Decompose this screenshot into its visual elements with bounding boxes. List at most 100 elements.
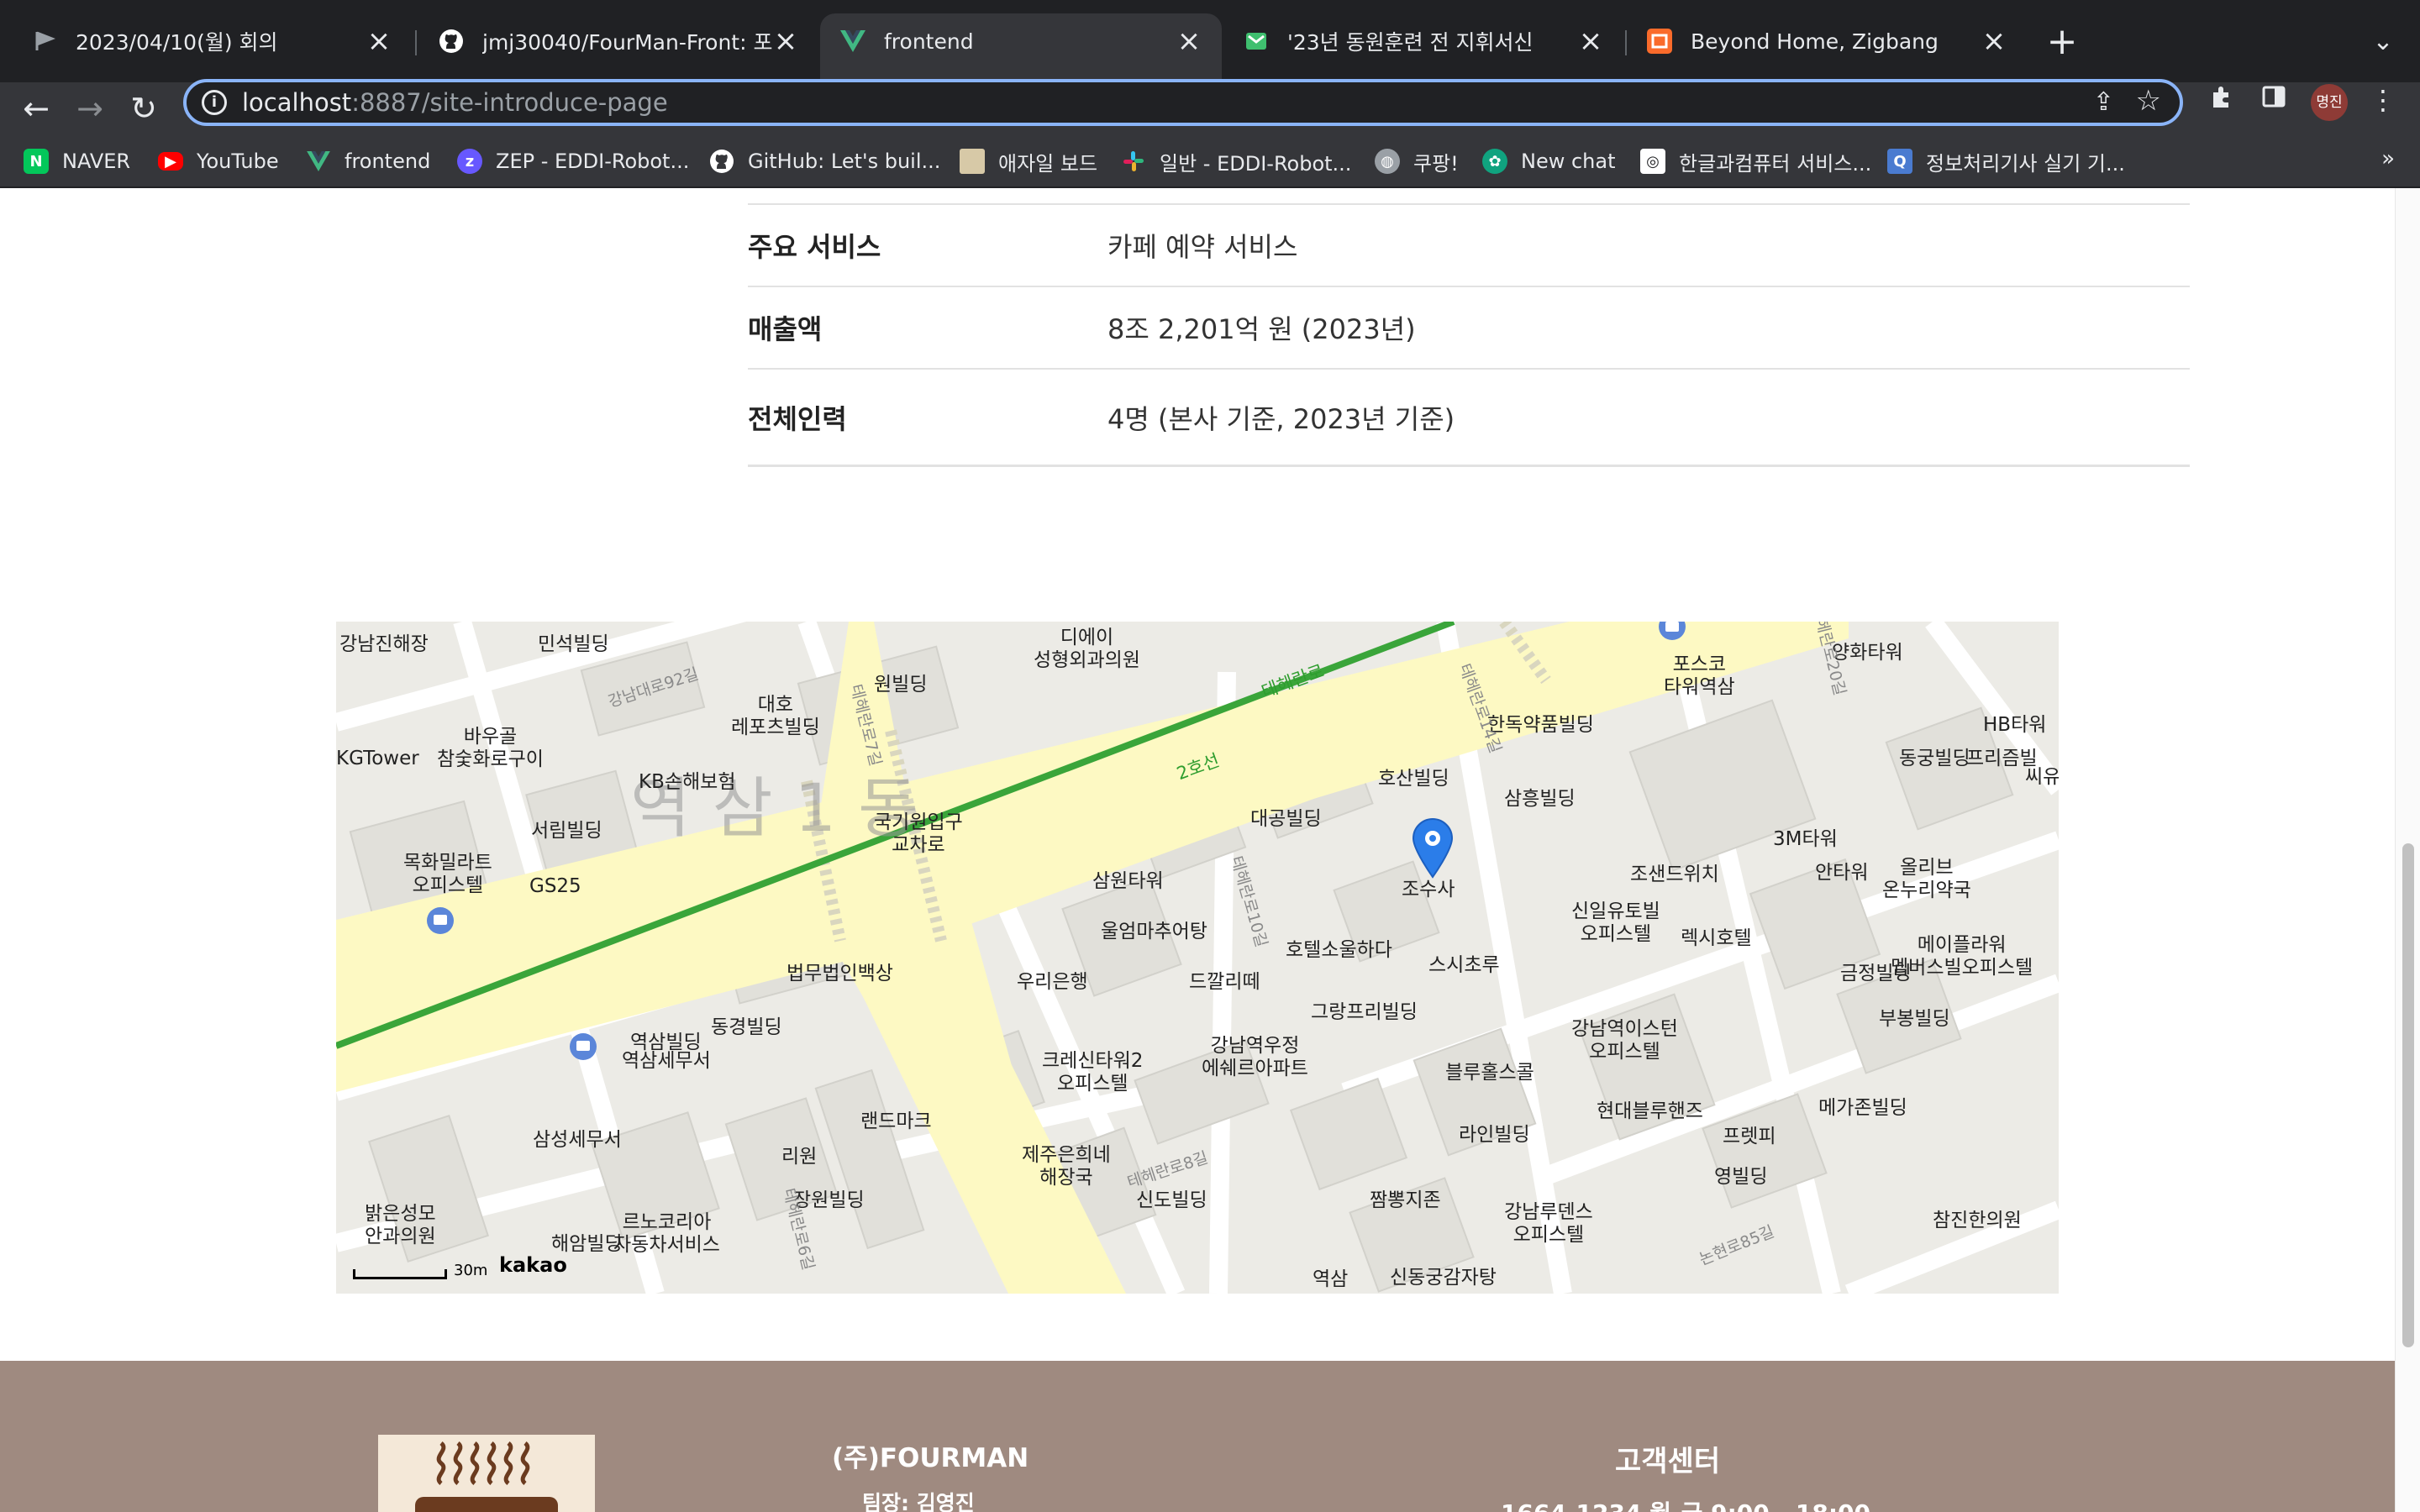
map-place-label[interactable]: 호산빌딩	[1378, 768, 1449, 790]
map-place-label[interactable]: 서림빌딩	[531, 820, 602, 843]
map-place-label[interactable]: 대호 레포츠빌딩	[731, 694, 820, 739]
map-place-label[interactable]: 프렛피	[1723, 1126, 1776, 1148]
map-place-label[interactable]: HB타워	[1983, 714, 2046, 737]
map-place-label[interactable]: GS25	[529, 875, 581, 898]
reload-icon[interactable]: ↻	[123, 87, 165, 129]
map-place-label[interactable]: 랜드마크	[860, 1110, 932, 1133]
bookmark-naver[interactable]: N NAVER	[24, 143, 130, 180]
profile-avatar[interactable]: 명진	[2311, 84, 2348, 121]
map-place-label[interactable]: 렉시호텔	[1681, 927, 1752, 950]
map-place-label[interactable]: KGTower	[336, 748, 419, 770]
map-place-label[interactable]: 금정빌딩	[1840, 963, 1912, 985]
site-info-icon[interactable]: i	[202, 90, 227, 115]
map-place-label[interactable]: 동궁빌딩	[1899, 748, 1970, 770]
map-place-label[interactable]: 짬뽕지존	[1370, 1189, 1441, 1212]
tab-github[interactable]: jmj30040/FourMan-Front: 포맨 ×	[418, 13, 818, 69]
close-icon[interactable]: ×	[1176, 27, 1202, 55]
map-place-label[interactable]: 올리브 온누리약국	[1882, 857, 1971, 902]
map-place-label[interactable]: 제주은희네 해장국	[1022, 1144, 1111, 1189]
map-place-label[interactable]: 바우골 참숯화로구이	[437, 726, 544, 771]
share-icon[interactable]: ⇪	[2093, 87, 2114, 117]
bookmark-zep[interactable]: z ZEP - EDDI-Robot...	[457, 143, 689, 180]
tab-mail[interactable]: '23년 동원훈련 전 지휘서신 ×	[1223, 13, 1623, 69]
map-place-label[interactable]: 블루홀스콜	[1445, 1062, 1534, 1084]
new-tab-button[interactable]: +	[2042, 22, 2082, 62]
map-provider-logo[interactable]: kakao	[499, 1253, 567, 1277]
map-place-label[interactable]: 안타워	[1815, 862, 1868, 885]
map-place-label[interactable]: 디에이 성형외과의원	[1034, 627, 1140, 672]
back-arrow-icon[interactable]: ←	[15, 87, 57, 129]
map-place-label[interactable]: 크레신타워2 오피스텔	[1042, 1050, 1143, 1095]
map-place-label[interactable]: 우리은행	[1017, 971, 1088, 994]
tab-search-chevron-icon[interactable]: ⌄	[2363, 22, 2403, 62]
map-place-label[interactable]: 강남진해장	[339, 633, 429, 656]
map-place-label[interactable]: 르노코리아 자동차서비스	[613, 1211, 720, 1257]
map-place-label[interactable]: 동경빌딩	[711, 1016, 782, 1039]
map-place-label[interactable]: 대공빌딩	[1250, 808, 1322, 831]
map-place-label[interactable]: 밝은성모 안과의원	[365, 1203, 436, 1248]
map-place-label[interactable]: 그랑프리빌딩	[1311, 1001, 1418, 1024]
page-scrollbar[interactable]	[2395, 188, 2420, 1512]
kakao-map[interactable]: 역삼1동 강남진해장 민석빌딩 디에이 성형외과의원 양화타워 포스코 타워역삼 한독약품빌딩…	[336, 622, 2059, 1294]
extensions-puzzle-icon[interactable]	[2203, 84, 2240, 118]
map-place-label[interactable]: 민석빌딩	[538, 633, 609, 656]
close-icon[interactable]: ×	[773, 27, 798, 55]
map-place-label[interactable]: 드깔리떼	[1189, 971, 1260, 994]
address-url[interactable]: localhost:8887/site-introduce-page	[242, 86, 668, 119]
map-place-label[interactable]: 강남역우정 에쉐르아파트	[1202, 1035, 1308, 1080]
side-panel-icon[interactable]	[2255, 84, 2292, 116]
bookmark-slack[interactable]: 일반 - EDDI-Robot...	[1121, 143, 1351, 180]
map-place-label[interactable]: 호텔소울하다	[1286, 939, 1392, 962]
map-place-label[interactable]: 역삼세무서	[622, 1050, 711, 1073]
map-place-label[interactable]: 목화밀라트 오피스텔	[403, 852, 492, 897]
tab-frontend[interactable]: frontend ×	[820, 13, 1222, 82]
map-place-label[interactable]: 울엄마추어탕	[1101, 921, 1207, 943]
forward-arrow-icon[interactable]: →	[69, 87, 111, 129]
bookmark-github[interactable]: GitHub: Let's buil...	[709, 143, 940, 180]
map-place-label[interactable]: 씨유빌	[2025, 766, 2059, 789]
bookmark-agile-board[interactable]: 애자일 보드	[960, 143, 1097, 180]
bookmark-hancom[interactable]: ◎ 한글과컴퓨터 서비스...	[1640, 143, 1871, 180]
map-place-label[interactable]: 영빌딩	[1714, 1166, 1767, 1189]
bookmark-info-exam[interactable]: Q 정보처리기사 실기 기...	[1887, 143, 2125, 180]
map-place-label[interactable]: 신일유토빌 오피스텔	[1571, 900, 1660, 946]
map-place-label[interactable]: 메이플라워 멤버스빌오피스텔	[1891, 934, 2033, 979]
map-place-label[interactable]: 삼성세무서	[533, 1129, 622, 1152]
map-place-label[interactable]: 리원	[781, 1146, 817, 1168]
map-place-label[interactable]: 포스코 타워역삼	[1664, 654, 1735, 699]
map-place-label[interactable]: 조샌드위치	[1630, 864, 1719, 886]
map-place-label[interactable]: 강남루덴스 오피스텔	[1504, 1201, 1593, 1247]
map-place-label[interactable]: 라인빌딩	[1459, 1124, 1530, 1147]
bookmark-new-chat[interactable]: ✿ New chat	[1482, 143, 1616, 180]
close-icon[interactable]: ×	[366, 27, 392, 55]
map-place-label[interactable]: 신도빌딩	[1136, 1189, 1207, 1212]
address-bar[interactable]: i localhost:8887/site-introduce-page ⇪ ☆	[183, 79, 2183, 126]
tab-meeting[interactable]: 2023/04/10(월) 회의 ×	[12, 13, 412, 69]
bookmark-frontend[interactable]: frontend	[306, 143, 430, 180]
map-place-label[interactable]: 3M타워	[1773, 828, 1838, 851]
map-place-label[interactable]: 스시초루	[1428, 954, 1500, 977]
map-place-label[interactable]: 신동궁감자탕	[1390, 1267, 1497, 1289]
menu-kebab-icon[interactable]: ⋮	[2365, 84, 2402, 116]
map-place-label[interactable]: 메가존빌딩	[1818, 1097, 1907, 1120]
map-place-label[interactable]: KB손해보험	[639, 771, 736, 794]
bookmark-star-icon[interactable]: ☆	[2136, 84, 2161, 118]
map-place-label[interactable]: 강남역이스턴 오피스텔	[1571, 1018, 1678, 1063]
map-place-label[interactable]: 현대블루핸즈	[1597, 1100, 1703, 1123]
close-icon[interactable]: ×	[1981, 27, 2007, 55]
map-place-label[interactable]: 삼흥빌딩	[1504, 788, 1576, 811]
bookmark-youtube[interactable]: ▶ YouTube	[158, 143, 279, 180]
marker-place-label[interactable]: 조수사	[1402, 879, 1455, 901]
map-place-label[interactable]: 법무법인백상	[786, 963, 893, 985]
map-place-label[interactable]: 해암빌딩	[551, 1233, 623, 1256]
bookmarks-overflow-icon[interactable]: »	[2381, 146, 2395, 171]
map-place-label[interactable]: 한독약품빌딩	[1487, 714, 1594, 737]
map-place-label[interactable]: 참진한의원	[1933, 1210, 2022, 1232]
close-icon[interactable]: ×	[1578, 27, 1603, 55]
bookmark-coupang[interactable]: ◍ 쿠팡!	[1375, 143, 1459, 180]
map-place-label[interactable]: 역삼	[1313, 1268, 1348, 1291]
map-place-label[interactable]: 부봉빌딩	[1879, 1008, 1950, 1031]
map-place-label[interactable]: 원빌딩	[874, 674, 927, 696]
map-place-label[interactable]: 삼원타워	[1092, 870, 1164, 893]
map-place-label[interactable]: 국기원입구 교차로	[874, 811, 963, 857]
